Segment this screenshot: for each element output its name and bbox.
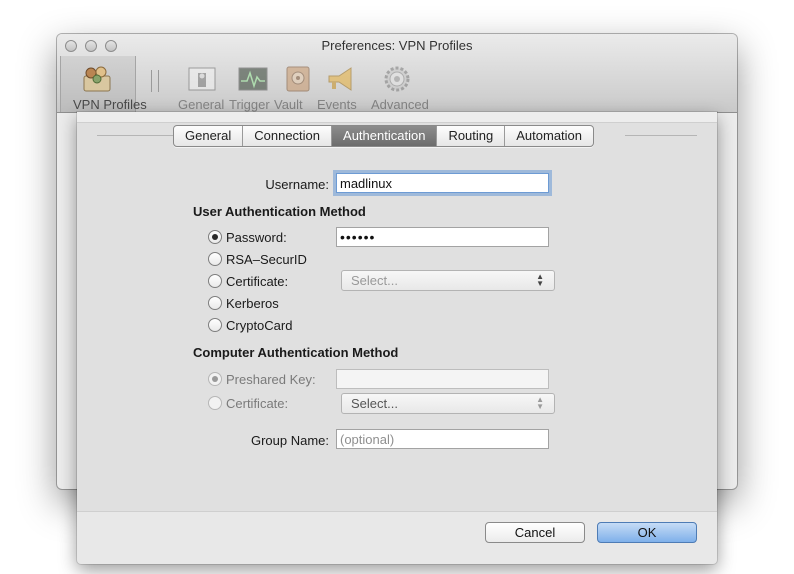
password-radio[interactable]: [208, 230, 222, 244]
vpn-profiles-icon: [81, 64, 113, 94]
username-input[interactable]: [336, 173, 549, 193]
computer-certificate-radio[interactable]: [208, 396, 222, 410]
tab-automation[interactable]: Automation: [505, 126, 593, 146]
trigger-icon: [237, 64, 269, 94]
cancel-button[interactable]: Cancel: [485, 522, 585, 543]
ok-button[interactable]: OK: [597, 522, 697, 543]
vault-icon: [282, 64, 314, 94]
computer-certificate-select[interactable]: Select... ▲ ▼: [341, 393, 555, 414]
user-auth-section-title: User Authentication Method: [193, 204, 366, 219]
password-radio-label: Password:: [226, 230, 287, 245]
computer-certificate-label: Certificate:: [226, 396, 289, 411]
group-name-input[interactable]: [336, 429, 549, 449]
user-certificate-label: Certificate:: [226, 274, 289, 289]
advanced-gear-icon: [381, 64, 413, 94]
vpn-profile-sheet: General Connection Authentication Routin…: [77, 112, 717, 564]
select-arrows-icon: ▲ ▼: [536, 272, 544, 288]
group-name-label: Group Name:: [250, 433, 329, 448]
toolbar-label: Vault: [274, 97, 303, 112]
computer-auth-section-title: Computer Authentication Method: [193, 345, 399, 360]
tab-authentication[interactable]: Authentication: [332, 126, 438, 146]
tab-bar: General Connection Authentication Routin…: [173, 125, 595, 147]
computer-certificate-select-value: Select...: [351, 396, 398, 411]
toolbar-label: VPN Profiles: [73, 97, 147, 112]
preshared-key-radio[interactable]: [208, 372, 222, 386]
user-certificate-radio[interactable]: [208, 274, 222, 288]
tab-general[interactable]: General: [174, 126, 244, 146]
preshared-key-label: Preshared Key:: [226, 372, 316, 387]
tab-connection[interactable]: Connection: [243, 126, 333, 146]
cryptocard-label: CryptoCard: [226, 318, 293, 333]
toolbar-vpn-profiles[interactable]: VPN Profiles: [73, 64, 147, 112]
kerberos-radio[interactable]: [208, 296, 222, 310]
tab-frame-line-left: [97, 135, 173, 136]
preshared-key-input[interactable]: [336, 369, 549, 389]
window-toolbar: Preferences: VPN Profiles VPN Profiles G…: [57, 34, 737, 113]
user-certificate-select[interactable]: Select... ▲ ▼: [341, 270, 555, 291]
window-title: Preferences: VPN Profiles: [321, 38, 473, 53]
select-arrows-icon: ▲ ▼: [536, 395, 544, 411]
toolbar-label: Advanced: [371, 97, 429, 112]
tab-routing[interactable]: Routing: [437, 126, 506, 146]
general-icon: [186, 64, 218, 94]
events-icon: [325, 64, 357, 94]
toolbar-advanced[interactable]: Advanced: [371, 64, 429, 112]
sheet-top-band: [77, 112, 717, 122]
toolbar-general[interactable]: General: [178, 64, 226, 112]
tab-frame-line-right: [625, 135, 697, 136]
password-input[interactable]: ••••••: [336, 227, 549, 247]
toolbar-label: General: [178, 97, 225, 112]
toolbar-events[interactable]: Events: [317, 64, 365, 112]
toolbar-label: Events: [317, 97, 357, 112]
cryptocard-radio[interactable]: [208, 318, 222, 332]
username-label: Username:: [265, 177, 329, 192]
toolbar-separator: [151, 70, 159, 92]
toolbar-trigger[interactable]: Trigger: [229, 64, 277, 112]
rsa-securid-radio[interactable]: [208, 252, 222, 266]
toolbar-vault[interactable]: Vault: [274, 64, 322, 112]
rsa-securid-label: RSA–SecurID: [226, 252, 307, 267]
toolbar-label: Trigger: [229, 97, 270, 112]
user-certificate-select-value: Select...: [351, 273, 398, 288]
kerberos-label: Kerberos: [226, 296, 279, 311]
